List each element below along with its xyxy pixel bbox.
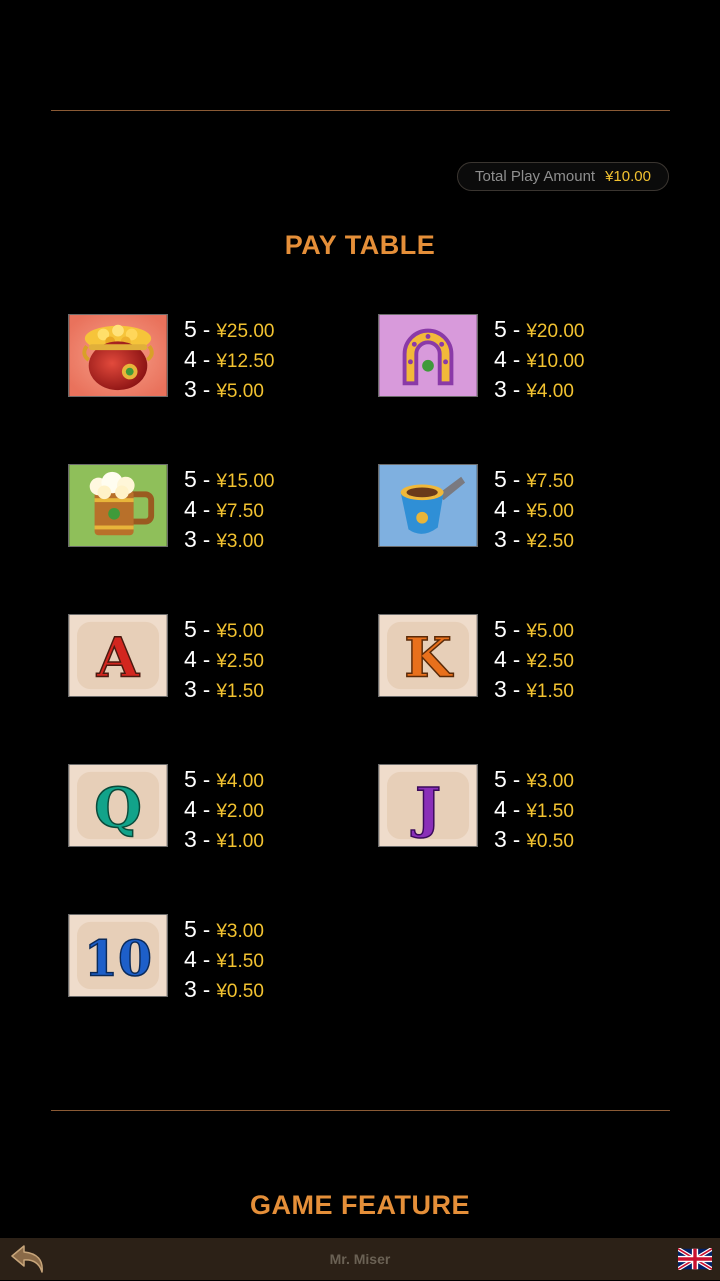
back-button[interactable] (10, 1242, 50, 1276)
pay-table-title: PAY TABLE (284, 230, 436, 260)
payout-row: 4 - ¥1.50 (184, 946, 264, 972)
language-button[interactable] (676, 1247, 714, 1271)
svg-text:10: 10 (84, 930, 152, 988)
horseshoe-icon (378, 314, 478, 397)
letter-k-icon: K (378, 614, 478, 697)
payout-row: 4 - ¥7.50 (184, 496, 264, 522)
back-arrow-icon (11, 1245, 43, 1273)
letter-a-icon: A (68, 614, 168, 697)
pay-entry-horseshoe: 5 - ¥20.00 4 - ¥10.00 3 - ¥4.00 (378, 314, 678, 404)
payout-row: 4 - ¥2.50 (184, 646, 264, 672)
payout-row: 3 - ¥4.00 (494, 376, 574, 402)
payout-row: 3 - ¥1.00 (184, 826, 264, 852)
beer-mug-icon (68, 464, 168, 547)
payout-row: 3 - ¥0.50 (184, 976, 264, 1002)
pay-entry-pot-of-gold: 5 - ¥25.00 4 - ¥12.50 3 - ¥5.00 (68, 314, 368, 404)
pay-entry-number-10: 10 5 - ¥3.00 4 - ¥1.50 3 - ¥0.50 (68, 914, 368, 1004)
payout-row: 4 - ¥10.00 (494, 346, 585, 372)
payout-row: 3 - ¥2.50 (494, 526, 574, 552)
svg-text:Q: Q (94, 775, 142, 839)
payout-list: 5 - ¥4.00 4 - ¥2.00 3 - ¥1.00 (184, 764, 264, 854)
payout-row: 5 - ¥5.00 (184, 616, 264, 642)
payout-row: 3 - ¥5.00 (184, 376, 264, 402)
pay-entry-letter-a: A 5 - ¥5.00 4 - ¥2.50 3 - ¥1.50 (68, 614, 368, 704)
svg-text:K: K (404, 625, 454, 689)
payout-row: 5 - ¥3.00 (184, 916, 264, 942)
game-name: Mr. Miser (329, 1251, 391, 1267)
total-play-amount-badge: Total Play Amount ¥10.00 (457, 162, 669, 191)
payout-list: 5 - ¥3.00 4 - ¥1.50 3 - ¥0.50 (184, 914, 264, 1004)
payout-row: 3 - ¥1.50 (184, 676, 264, 702)
payout-row: 3 - ¥1.50 (494, 676, 574, 702)
pay-entry-beer-mug: 5 - ¥15.00 4 - ¥7.50 3 - ¥3.00 (68, 464, 368, 554)
section-divider (51, 1110, 670, 1111)
payout-row: 3 - ¥0.50 (494, 826, 574, 852)
payout-list: 5 - ¥7.50 4 - ¥5.00 3 - ¥2.50 (494, 464, 574, 554)
payout-row: 5 - ¥25.00 (184, 316, 275, 342)
payout-row: 4 - ¥1.50 (494, 796, 574, 822)
payout-row: 5 - ¥4.00 (184, 766, 264, 792)
pot-of-gold-icon (68, 314, 168, 397)
payout-list: 5 - ¥20.00 4 - ¥10.00 3 - ¥4.00 (494, 314, 584, 404)
svg-text:A: A (96, 625, 141, 689)
letter-q-icon: Q (68, 764, 168, 847)
top-divider (51, 110, 670, 111)
payout-row: 5 - ¥7.50 (494, 466, 574, 492)
pipe-icon (378, 464, 478, 547)
pay-entry-letter-q: Q 5 - ¥4.00 4 - ¥2.00 3 - ¥1.00 (68, 764, 368, 854)
payout-row: 4 - ¥2.50 (494, 646, 574, 672)
svg-text:J: J (411, 775, 441, 839)
bottom-bar: Mr. Miser (0, 1238, 720, 1280)
pay-entry-pipe: 5 - ¥7.50 4 - ¥5.00 3 - ¥2.50 (378, 464, 678, 554)
game-feature-title: GAME FEATURE (250, 1190, 470, 1220)
letter-j-icon: J (378, 764, 478, 847)
payout-row: 5 - ¥15.00 (184, 466, 275, 492)
payout-row: 5 - ¥5.00 (494, 616, 574, 642)
payout-row: 4 - ¥5.00 (494, 496, 574, 522)
payout-row: 5 - ¥20.00 (494, 316, 585, 342)
pay-entry-letter-k: K 5 - ¥5.00 4 - ¥2.50 3 - ¥1.50 (378, 614, 678, 704)
payout-row: 3 - ¥3.00 (184, 526, 264, 552)
payout-row: 4 - ¥12.50 (184, 346, 275, 372)
payout-list: 5 - ¥3.00 4 - ¥1.50 3 - ¥0.50 (494, 764, 574, 854)
payout-list: 5 - ¥5.00 4 - ¥2.50 3 - ¥1.50 (184, 614, 264, 704)
uk-flag-icon (676, 1247, 714, 1271)
payout-list: 5 - ¥25.00 4 - ¥12.50 3 - ¥5.00 (184, 314, 274, 404)
total-play-label: Total Play Amount (475, 168, 596, 185)
payout-row: 5 - ¥3.00 (494, 766, 574, 792)
number-10-icon: 10 (68, 914, 168, 997)
pay-entry-letter-j: J 5 - ¥3.00 4 - ¥1.50 3 - ¥0.50 (378, 764, 678, 854)
payout-row: 4 - ¥2.00 (184, 796, 264, 822)
total-play-value: ¥10.00 (605, 168, 651, 185)
payout-list: 5 - ¥15.00 4 - ¥7.50 3 - ¥3.00 (184, 464, 274, 554)
payout-list: 5 - ¥5.00 4 - ¥2.50 3 - ¥1.50 (494, 614, 574, 704)
